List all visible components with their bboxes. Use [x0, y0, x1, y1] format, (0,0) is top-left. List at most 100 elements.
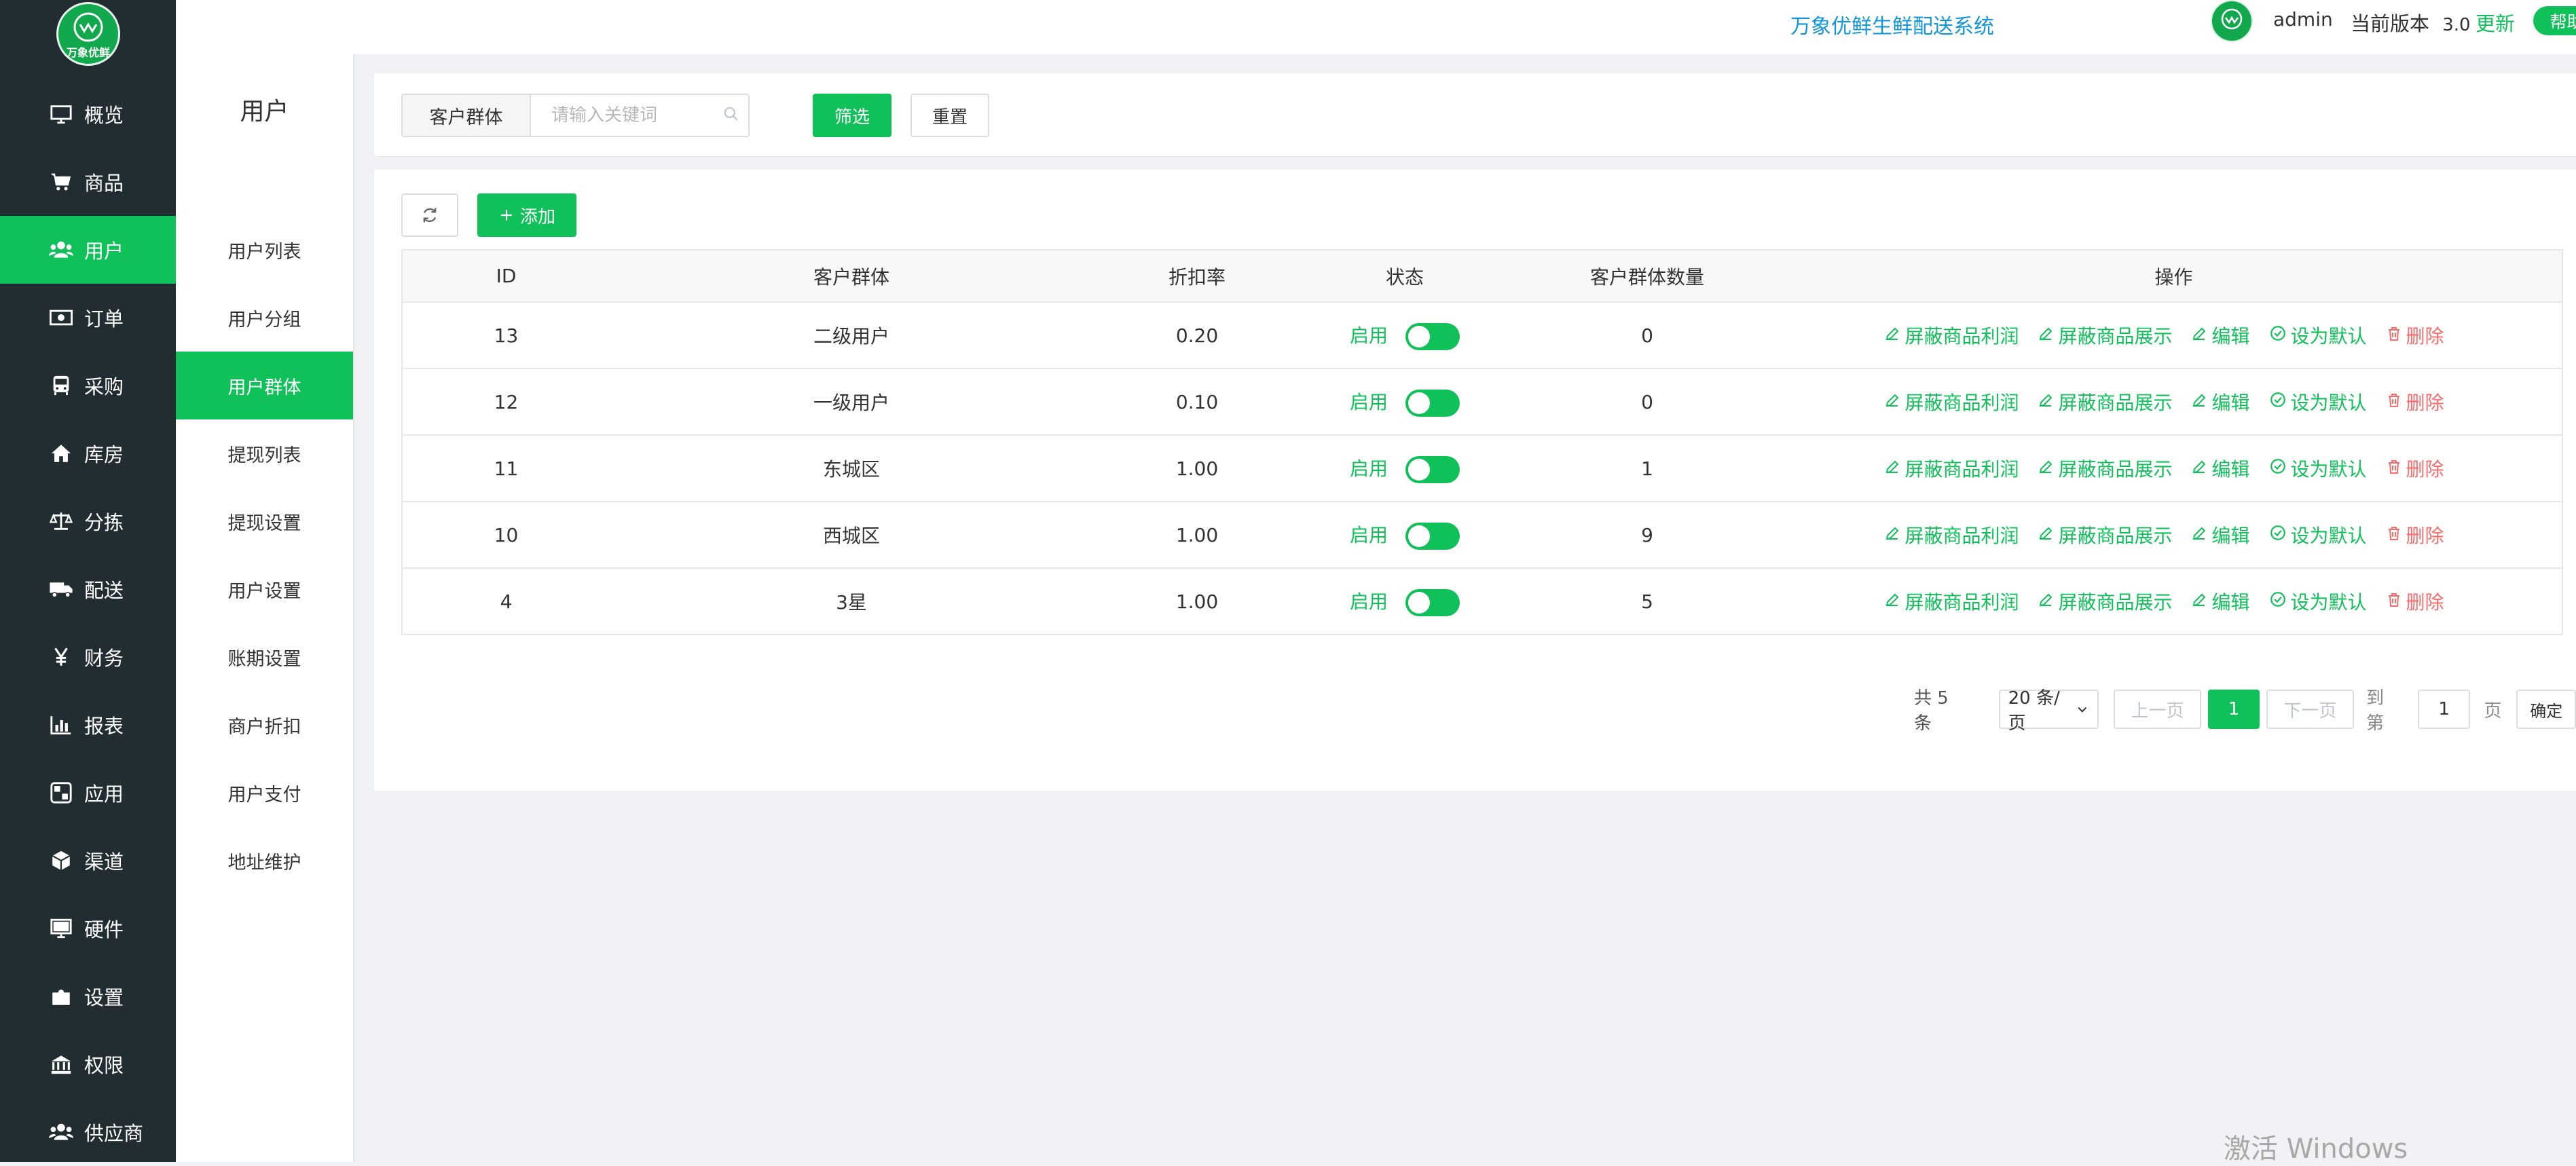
status-toggle[interactable] [1405, 588, 1460, 616]
hide-profit-button[interactable]: 屏蔽商品利润 [1884, 388, 2019, 415]
system-name-link[interactable]: 万象优鲜生鲜配送系统 [1790, 10, 1994, 39]
hide-display-button[interactable]: 屏蔽商品展示 [2038, 521, 2172, 548]
set-default-button[interactable]: 设为默认 [2269, 455, 2367, 482]
sidebar-item[interactable]: 应用 [0, 759, 176, 827]
logo-mark-icon [73, 12, 103, 42]
delete-button[interactable]: 删除 [2386, 388, 2444, 415]
edit-button[interactable]: 编辑 [2191, 322, 2250, 349]
sidebar-item[interactable]: 配送 [0, 555, 176, 623]
status-toggle[interactable] [1405, 455, 1460, 483]
logo-text: 万象优鲜 [66, 46, 110, 59]
trash-icon [2386, 524, 2402, 546]
action-label: 屏蔽商品展示 [2058, 325, 2173, 347]
help-center-button[interactable]: 帮助中心 [2533, 6, 2576, 35]
brand-logo[interactable]: 万象优鲜 [56, 2, 120, 66]
sidebar-item[interactable]: 财务 [0, 623, 176, 691]
table-row: 11 东城区 1.00 启用 1 屏蔽商品利润 屏蔽商品展示 编辑 设为默认 删… [401, 435, 2563, 502]
sidebar-item[interactable]: 订单 [0, 284, 176, 352]
avatar[interactable] [2211, 0, 2253, 42]
sidebar-item[interactable]: 库房 [0, 419, 176, 487]
page-size-select[interactable]: 20 条/页 [1998, 688, 2099, 734]
search-input[interactable] [531, 95, 748, 136]
add-button[interactable]: 添加 [477, 193, 576, 237]
sidebar-item[interactable]: 分拣 [0, 487, 176, 555]
hide-profit-button[interactable]: 屏蔽商品利润 [1884, 521, 2019, 548]
status-toggle[interactable] [1405, 322, 1460, 350]
cell-actions: 屏蔽商品利润 屏蔽商品展示 编辑 设为默认 删除 [1786, 435, 2563, 502]
subnav-item[interactable]: 用户群体 [176, 352, 353, 419]
edit-icon [2191, 457, 2207, 480]
hide-profit-button[interactable]: 屏蔽商品利润 [1884, 588, 2019, 615]
filter-button[interactable]: 筛选 [813, 94, 891, 137]
set-default-button[interactable]: 设为默认 [2269, 588, 2367, 615]
subnav-item[interactable]: 用户分组 [176, 284, 353, 352]
subnav-item[interactable]: 提现列表 [176, 419, 353, 487]
prev-page-button[interactable]: 上一页 [2113, 690, 2202, 729]
edit-button[interactable]: 编辑 [2191, 588, 2250, 615]
status-text: 启用 [1349, 324, 1388, 347]
status-toggle[interactable] [1405, 522, 1460, 550]
status-toggle[interactable] [1405, 389, 1460, 417]
subnav-item[interactable]: 用户设置 [176, 555, 353, 623]
action-label: 编辑 [2211, 392, 2250, 414]
hide-display-button[interactable]: 屏蔽商品展示 [2038, 322, 2172, 349]
sidebar-item-label: 渠道 [84, 850, 124, 873]
subnav-item[interactable]: 账期设置 [176, 623, 353, 691]
set-default-button[interactable]: 设为默认 [2269, 322, 2367, 349]
cell-actions: 屏蔽商品利润 屏蔽商品展示 编辑 设为默认 删除 [1786, 369, 2563, 436]
toggle-knob [1408, 591, 1430, 614]
confirm-page-button[interactable]: 确定 [2516, 690, 2576, 729]
cell-id: 13 [401, 302, 610, 369]
edit-button[interactable]: 编辑 [2191, 388, 2250, 415]
subnav-item[interactable]: 提现设置 [176, 487, 353, 555]
hide-display-button[interactable]: 屏蔽商品展示 [2038, 455, 2172, 482]
status-text: 启用 [1349, 523, 1388, 546]
goto-page-input[interactable]: 1 [2417, 690, 2471, 729]
sidebar-item[interactable]: 概览 [0, 80, 176, 148]
cell-actions: 屏蔽商品利润 屏蔽商品展示 编辑 设为默认 删除 [1786, 568, 2563, 635]
sidebar-item[interactable]: 报表 [0, 691, 176, 759]
hide-display-button[interactable]: 屏蔽商品展示 [2038, 388, 2172, 415]
hide-profit-button[interactable]: 屏蔽商品利润 [1884, 322, 2019, 349]
sidebar-item[interactable]: 设置 [0, 962, 176, 1030]
delete-button[interactable]: 删除 [2386, 455, 2444, 482]
column-header: 客户群体数量 [1509, 249, 1786, 303]
edit-button[interactable]: 编辑 [2191, 521, 2250, 548]
action-label: 删除 [2406, 591, 2444, 614]
delete-button[interactable]: 删除 [2386, 322, 2444, 349]
sidebar-item[interactable]: 渠道 [0, 827, 176, 895]
sidebar-item[interactable]: 权限 [0, 1030, 176, 1098]
cell-count: 0 [1509, 302, 1786, 369]
sidebar-item[interactable]: 供应商 [0, 1098, 176, 1166]
set-default-button[interactable]: 设为默认 [2269, 521, 2367, 548]
delete-button[interactable]: 删除 [2386, 521, 2444, 548]
subnav-item[interactable]: 用户支付 [176, 759, 353, 827]
sidebar-item[interactable]: 商品 [0, 148, 176, 216]
page-1-button[interactable]: 1 [2208, 690, 2260, 729]
hide-display-button[interactable]: 屏蔽商品展示 [2038, 588, 2172, 615]
truck-icon [48, 576, 75, 603]
edit-icon [2191, 590, 2207, 613]
edit-icon [2038, 590, 2054, 613]
hide-profit-button[interactable]: 屏蔽商品利润 [1884, 455, 2019, 482]
sidebar-item[interactable]: 用户 [0, 216, 176, 284]
sidebar-item[interactable]: 硬件 [0, 895, 176, 962]
search-icon[interactable] [722, 105, 740, 123]
set-default-button[interactable]: 设为默认 [2269, 388, 2367, 415]
subnav-item[interactable]: 用户列表 [176, 216, 353, 284]
delete-button[interactable]: 删除 [2386, 588, 2444, 615]
reset-button[interactable]: 重置 [910, 94, 989, 137]
puzzle-icon [48, 983, 75, 1010]
action-label: 屏蔽商品利润 [1905, 325, 2019, 347]
table-row: 13 二级用户 0.20 启用 0 屏蔽商品利润 屏蔽商品展示 编辑 设为默认 … [401, 302, 2563, 369]
sidebar-item[interactable]: 采购 [0, 352, 176, 419]
subnav-item[interactable]: 商户折扣 [176, 691, 353, 759]
subnav-item[interactable]: 地址维护 [176, 827, 353, 895]
update-link[interactable]: 更新 [2476, 8, 2515, 37]
refresh-button[interactable] [401, 193, 458, 237]
username[interactable]: admin [2273, 8, 2333, 31]
next-page-button[interactable]: 下一页 [2266, 690, 2355, 729]
action-label: 编辑 [2211, 591, 2250, 614]
sidebar-item-label: 应用 [84, 783, 124, 806]
edit-button[interactable]: 编辑 [2191, 455, 2250, 482]
